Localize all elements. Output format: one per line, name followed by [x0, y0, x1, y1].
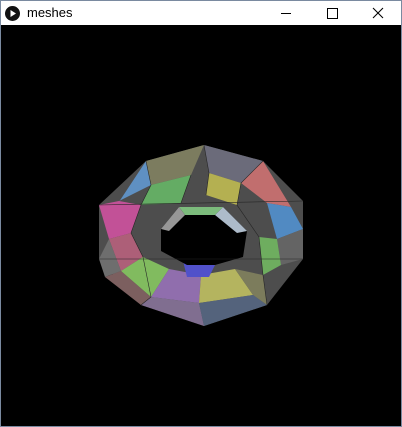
close-button[interactable] [355, 1, 401, 25]
torus-mesh [98, 144, 304, 326]
maximize-button[interactable] [309, 1, 355, 25]
render-canvas[interactable] [1, 25, 401, 426]
play-icon[interactable] [5, 6, 20, 21]
window-title: meshes [27, 5, 73, 20]
app-window: meshes [0, 0, 402, 427]
minimize-button[interactable] [263, 1, 309, 25]
minimize-icon [281, 13, 291, 14]
maximize-icon [327, 8, 338, 19]
title-bar[interactable]: meshes [1, 1, 401, 25]
close-icon [372, 7, 384, 19]
